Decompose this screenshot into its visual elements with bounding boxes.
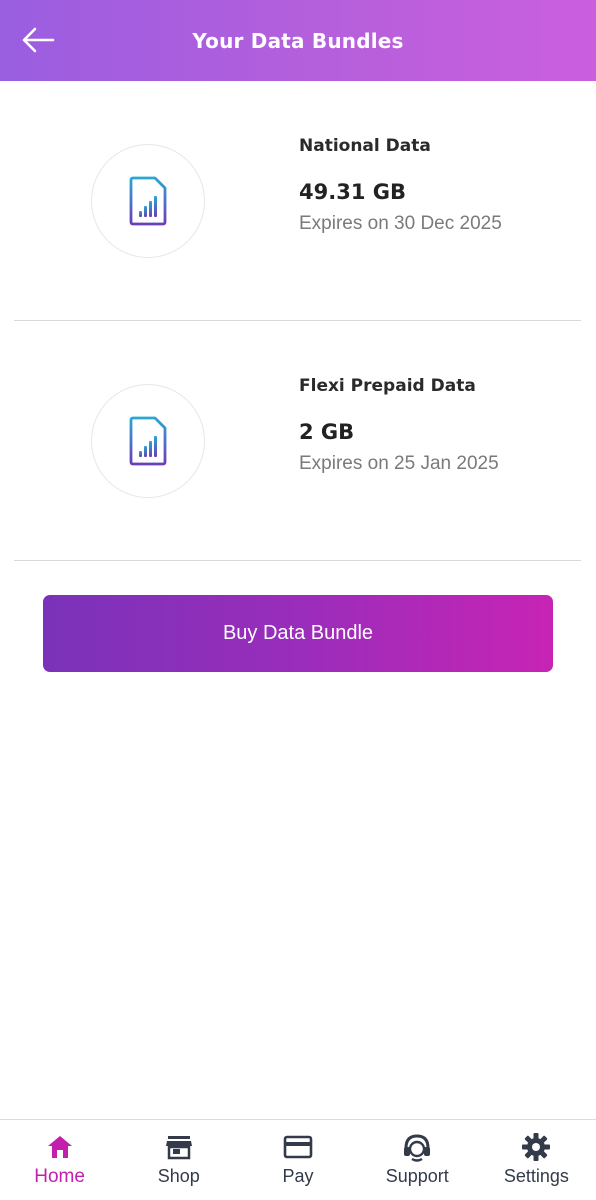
back-button[interactable] xyxy=(18,22,58,58)
nav-item-shop[interactable]: Shop xyxy=(119,1120,238,1200)
bundle-expiry: Expires on 30 Dec 2025 xyxy=(299,213,502,234)
bundle-icon-circle xyxy=(91,384,205,498)
bundle-name: Flexi Prepaid Data xyxy=(299,376,476,396)
nav-item-support[interactable]: Support xyxy=(358,1120,477,1200)
bundle-card-national-data[interactable]: National Data 49.31 GB Expires on 30 Dec… xyxy=(0,81,596,321)
credit-card-icon xyxy=(282,1132,314,1162)
bundle-card-flexi-prepaid-data[interactable]: Flexi Prepaid Data 2 GB Expires on 25 Ja… xyxy=(0,321,596,561)
bundle-expiry: Expires on 25 Jan 2025 xyxy=(299,453,499,474)
bottom-navigation: Home Shop Pay Support Settings xyxy=(0,1119,596,1200)
nav-item-settings[interactable]: Settings xyxy=(477,1120,596,1200)
bundle-icon-circle xyxy=(91,144,205,258)
nav-item-pay[interactable]: Pay xyxy=(238,1120,357,1200)
headset-icon xyxy=(401,1132,433,1162)
home-icon xyxy=(44,1132,76,1162)
bundle-amount: 2 GB xyxy=(299,420,355,444)
sim-card-signal-icon xyxy=(129,176,167,226)
buy-data-bundle-button[interactable]: Buy Data Bundle xyxy=(43,595,553,672)
nav-label: Support xyxy=(385,1166,449,1186)
bundle-info: National Data 49.31 GB Expires on 30 Dec… xyxy=(299,134,579,237)
arrow-left-icon xyxy=(22,27,55,53)
bundle-name: National Data xyxy=(299,136,431,156)
divider xyxy=(14,560,581,561)
nav-label: Pay xyxy=(282,1166,314,1186)
nav-label: Home xyxy=(34,1166,85,1187)
bundle-amount: 49.31 GB xyxy=(299,180,406,204)
nav-label: Settings xyxy=(503,1166,569,1186)
app-header: Your Data Bundles xyxy=(0,0,596,81)
gear-icon xyxy=(520,1132,552,1162)
store-icon xyxy=(163,1132,195,1162)
sim-card-signal-icon xyxy=(129,416,167,466)
data-bundles-screen: Your Data Bundles National Data 49.31 GB… xyxy=(0,0,596,1200)
nav-item-home[interactable]: Home xyxy=(0,1120,119,1200)
nav-label: Shop xyxy=(157,1166,200,1186)
bundle-info: Flexi Prepaid Data 2 GB Expires on 25 Ja… xyxy=(299,374,579,477)
page-title: Your Data Bundles xyxy=(192,28,404,53)
